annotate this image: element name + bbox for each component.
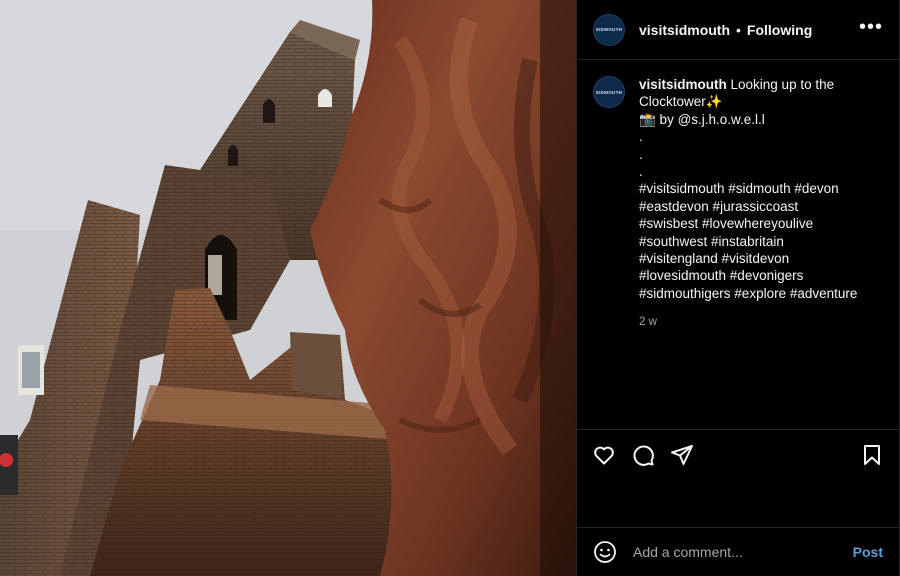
- hashtag-line[interactable]: #visitengland #visitdevon: [639, 250, 879, 267]
- profile-avatar[interactable]: SIDMOUTH: [593, 13, 625, 46]
- hashtag-line[interactable]: #visitsidmouth #sidmouth #devon: [639, 180, 879, 197]
- action-bar: [577, 429, 899, 527]
- caption-line: Clocktower✨: [639, 94, 723, 110]
- bookmark-icon[interactable]: [859, 442, 885, 468]
- comment-bar: Post: [577, 527, 899, 576]
- hashtag-line[interactable]: #southwest #instabritain: [639, 233, 879, 250]
- post-timestamp[interactable]: 2 w: [639, 314, 879, 331]
- caption-username[interactable]: visitsidmouth: [639, 77, 727, 92]
- post-side-panel: SIDMOUTH visitsidmouth • Following ••• S…: [576, 0, 900, 576]
- avatar-text: SIDMOUTH: [595, 27, 623, 32]
- post-photo[interactable]: [0, 0, 576, 576]
- header-username[interactable]: visitsidmouth: [639, 22, 730, 38]
- action-row: [591, 442, 885, 468]
- caption-avatar-text: SIDMOUTH: [595, 89, 623, 95]
- caption-line: .: [639, 146, 643, 162]
- instagram-post: SIDMOUTH visitsidmouth • Following ••• S…: [0, 0, 900, 576]
- caption-intro: Looking up to the: [726, 77, 835, 92]
- clocktower-photo-illustration: [0, 0, 576, 576]
- post-header: SIDMOUTH visitsidmouth • Following •••: [577, 0, 899, 60]
- more-options-icon[interactable]: •••: [859, 17, 883, 43]
- caption-line: .: [639, 129, 643, 145]
- caption-line: .: [639, 164, 643, 180]
- emoji-icon[interactable]: [593, 540, 617, 564]
- post-comment-button[interactable]: Post: [853, 544, 883, 560]
- header-separator: •: [736, 21, 741, 38]
- comment-icon[interactable]: [630, 442, 656, 468]
- caption-text: visitsidmouth Looking up to the Clocktow…: [639, 76, 879, 332]
- hashtag-line[interactable]: #eastdevon #jurassiccoast: [639, 198, 879, 215]
- comment-input[interactable]: [631, 543, 853, 561]
- caption-avatar[interactable]: SIDMOUTH: [593, 76, 625, 108]
- heart-icon[interactable]: [591, 442, 617, 468]
- hashtag-line[interactable]: #sidmouthigers #explore #adventure: [639, 285, 879, 302]
- share-icon[interactable]: [669, 442, 695, 468]
- following-button[interactable]: Following: [747, 22, 812, 38]
- caption-first-line: visitsidmouth Looking up to the: [639, 76, 879, 93]
- hashtag-line[interactable]: #lovesidmouth #devonigers: [639, 267, 879, 284]
- hashtag-line[interactable]: #swisbest #lovewhereyoulive: [639, 215, 879, 232]
- caption-line: 📸 by @s.j.h.o.w.e.l.l: [639, 111, 765, 127]
- caption-block: SIDMOUTH visitsidmouth Looking up to the…: [577, 60, 899, 332]
